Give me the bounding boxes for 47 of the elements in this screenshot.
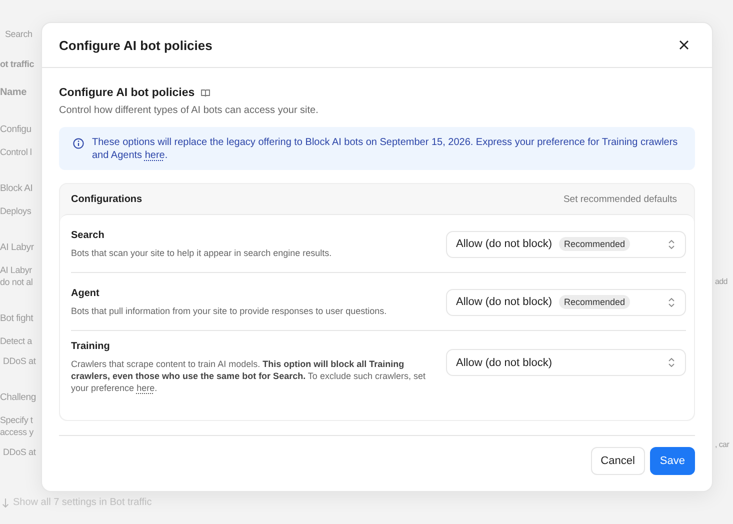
background-text: Configu: [0, 124, 32, 136]
background-text: AI Labyr: [0, 264, 32, 276]
book-icon[interactable]: [200, 89, 210, 97]
chevron-icon: [668, 238, 675, 250]
background-text: Challeng: [0, 392, 36, 404]
cancel-button[interactable]: Cancel: [590, 447, 645, 475]
save-button[interactable]: Save: [650, 447, 695, 475]
row-title: Training: [71, 341, 111, 352]
notice-text: These options will replace the legacy offering to Block AI bots on September 15, 2026. Express your preference for Training crawlers and Agents here.: [92, 136, 679, 162]
row-description: Bots that pull information from your site to provide responses to user questions.: [71, 304, 387, 316]
background-text: Specify t: [0, 414, 33, 426]
close-icon[interactable]: [679, 40, 689, 50]
chevron-icon: [668, 296, 675, 308]
background-text: DDoS at: [3, 355, 36, 367]
background-text: Control l: [0, 146, 32, 158]
background-text: ot traffic: [0, 58, 34, 70]
recommended-badge: Recommended: [559, 295, 630, 309]
background-text: AI Labyr: [0, 242, 34, 254]
recommended-defaults-link[interactable]: Set recommended defaults: [563, 194, 677, 204]
row-description: Bots that scan your site to help it appear in search engine results.: [71, 246, 332, 258]
preference-link[interactable]: here: [136, 383, 155, 393]
background-text: DDoS at: [3, 446, 36, 458]
policy-select[interactable]: Allow (do not block) Recommended: [446, 288, 686, 316]
background-text: Deploys: [0, 205, 32, 217]
notice-link[interactable]: here: [144, 150, 165, 161]
info-icon: [73, 138, 84, 149]
row-title: Agent: [71, 288, 100, 298]
recommended-badge: Recommended: [559, 237, 630, 251]
background-text: Block AI: [0, 183, 33, 195]
background-text: Name: [0, 87, 26, 99]
card-title: Configurations: [71, 194, 142, 204]
background-text: Search: [5, 28, 32, 40]
background-text: , car: [715, 439, 730, 451]
section-title: Configure AI bot policies: [59, 87, 195, 99]
background-text: access y: [0, 426, 34, 438]
down-arrow-icon: [2, 498, 9, 508]
section-description: Control how different types of AI bots can access your site.: [59, 105, 320, 116]
background-text: add: [715, 276, 728, 288]
policy-select[interactable]: Allow (do not block) Recommended: [446, 230, 686, 258]
dialog-title: Configure AI bot policies: [59, 38, 212, 52]
background-text: Bot fight: [0, 313, 34, 325]
row-description: Crawlers that scrape content to train AI models. This option will block all Training crawlers, even those who use the same bot for Search. To exclude such crawlers, set your preference here.: [71, 358, 426, 394]
background-text: do not al: [0, 276, 33, 288]
chevron-icon: [668, 357, 675, 368]
policy-select[interactable]: Allow (do not block): [446, 349, 686, 376]
background-text: Detect a: [0, 335, 32, 347]
row-title: Search: [71, 230, 106, 240]
